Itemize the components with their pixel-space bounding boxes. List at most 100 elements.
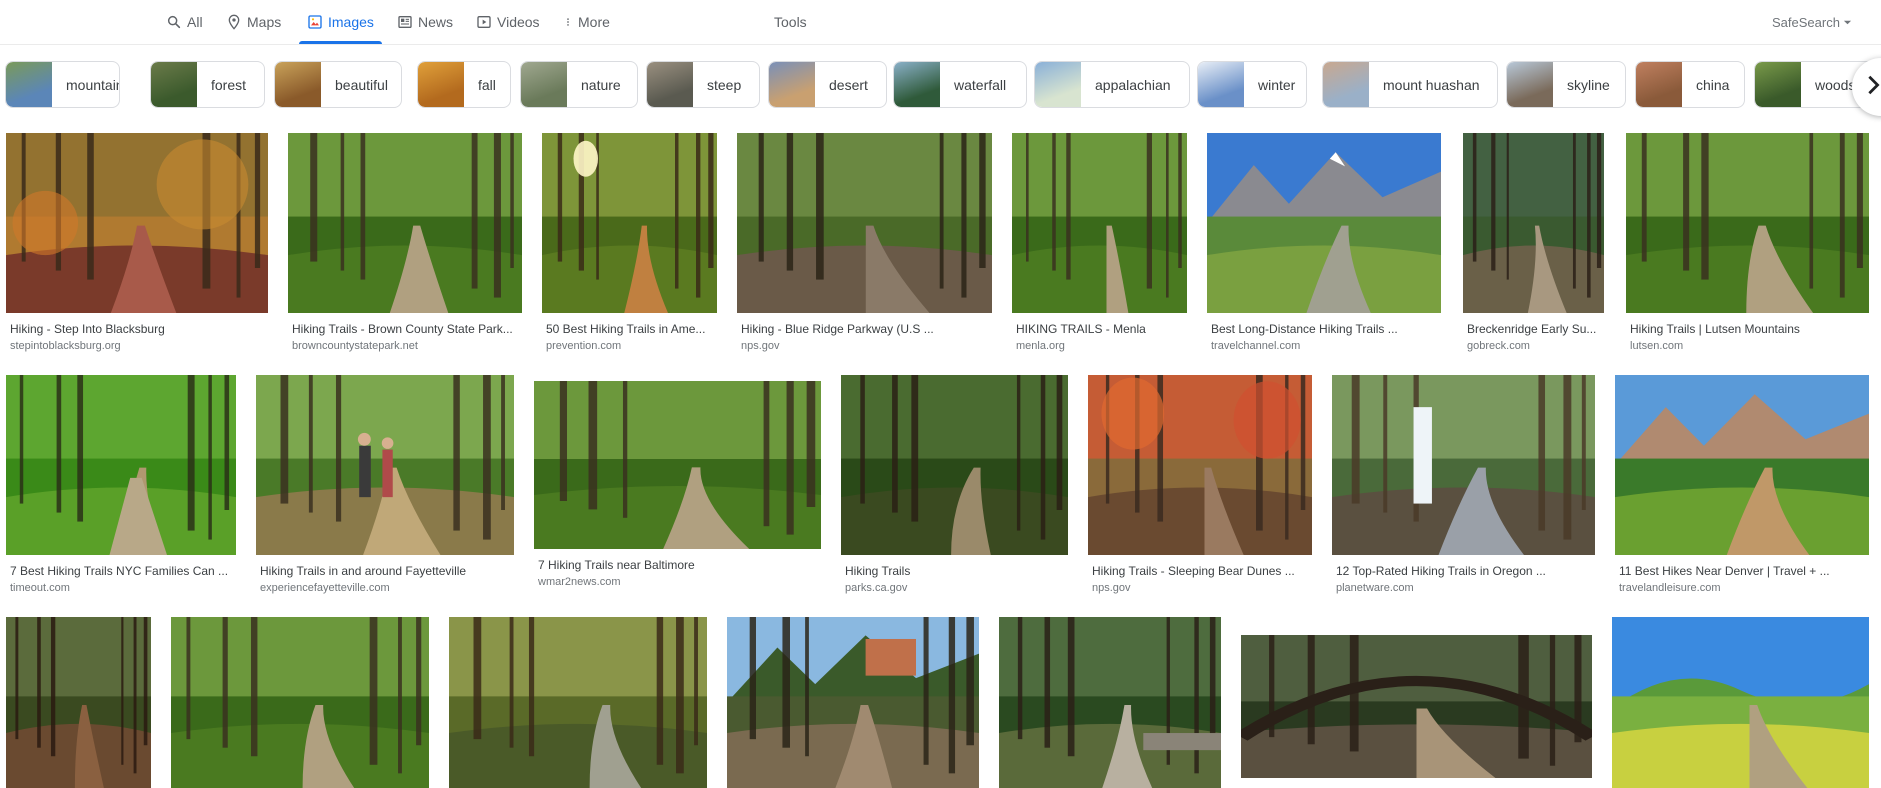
- chip-thumbnail: [1507, 62, 1553, 107]
- chip-china[interactable]: china: [1635, 61, 1745, 108]
- tab-label: News: [418, 14, 454, 30]
- result-title[interactable]: Breckenridge Early Su...: [1467, 322, 1600, 336]
- tab-more[interactable]: More: [563, 0, 610, 44]
- result-thumbnail[interactable]: [6, 617, 151, 788]
- chip-thumbnail: [521, 62, 567, 107]
- result-title[interactable]: Hiking Trails: [845, 564, 1064, 578]
- result-thumbnail[interactable]: [1332, 375, 1595, 555]
- chip-skyline[interactable]: skyline: [1506, 61, 1626, 108]
- chip-waterfall[interactable]: waterfall: [893, 61, 1027, 108]
- result-title[interactable]: Hiking - Step Into Blacksburg: [10, 322, 264, 336]
- result-source[interactable]: planetware.com: [1336, 582, 1591, 594]
- result-thumbnail[interactable]: [841, 375, 1068, 555]
- result-thumbnail[interactable]: [1088, 375, 1312, 555]
- result-title[interactable]: HIKING TRAILS - Menla: [1016, 322, 1183, 336]
- chip-mountain[interactable]: mountain: [5, 61, 120, 108]
- result-source[interactable]: experiencefayetteville.com: [260, 582, 510, 594]
- chip-label: fall: [478, 76, 496, 93]
- result-thumbnail[interactable]: [171, 617, 429, 788]
- chip-forest[interactable]: forest: [150, 61, 265, 108]
- chip-thumbnail: [769, 62, 815, 107]
- search-icon: [166, 14, 182, 30]
- chip-label: nature: [581, 76, 621, 93]
- result-thumbnail[interactable]: [737, 133, 992, 313]
- tab-news[interactable]: News: [397, 0, 453, 44]
- chip-thumbnail: [894, 62, 940, 107]
- chip-label: desert: [829, 76, 868, 93]
- result-source[interactable]: travelchannel.com: [1211, 340, 1437, 352]
- result-thumbnail[interactable]: [1612, 617, 1869, 788]
- chip-nature[interactable]: nature: [520, 61, 638, 108]
- chip-beautiful[interactable]: beautiful: [274, 61, 402, 108]
- result-title[interactable]: 50 Best Hiking Trails in Ame...: [546, 322, 713, 336]
- result-title[interactable]: Hiking Trails - Brown County State Park.…: [292, 322, 518, 336]
- result-source[interactable]: lutsen.com: [1630, 340, 1865, 352]
- tab-maps[interactable]: Maps: [226, 0, 281, 44]
- result-thumbnail[interactable]: [727, 617, 979, 788]
- result-thumbnail[interactable]: [999, 617, 1221, 788]
- tab-images[interactable]: Images: [299, 0, 382, 44]
- result-source[interactable]: gobreck.com: [1467, 340, 1600, 352]
- result-source[interactable]: parks.ca.gov: [845, 582, 1064, 594]
- tab-videos[interactable]: Videos: [476, 0, 540, 44]
- result-title[interactable]: Hiking Trails in and around Fayetteville: [260, 564, 510, 578]
- chip-thumbnail: [647, 62, 693, 107]
- result-source[interactable]: timeout.com: [10, 582, 232, 594]
- tab-all[interactable]: All: [166, 0, 203, 44]
- chip-label: steep: [707, 76, 742, 93]
- chip-mount-huashan[interactable]: mount huashan: [1322, 61, 1498, 108]
- result-source[interactable]: menla.org: [1016, 340, 1183, 352]
- result-thumbnail[interactable]: [288, 133, 522, 313]
- chip-label: mount huashan: [1383, 76, 1480, 93]
- result-title[interactable]: Hiking Trails - Sleeping Bear Dunes ...: [1092, 564, 1308, 578]
- result-thumbnail[interactable]: [1626, 133, 1869, 313]
- result-thumbnail[interactable]: [6, 375, 236, 555]
- result-thumbnail[interactable]: [1615, 375, 1869, 555]
- chip-appalachian[interactable]: appalachian: [1034, 61, 1190, 108]
- chip-label: winter: [1258, 76, 1296, 93]
- chip-winter[interactable]: winter: [1197, 61, 1307, 108]
- result-thumbnail[interactable]: [542, 133, 717, 313]
- tab-label: Images: [328, 14, 374, 30]
- chip-thumbnail: [1323, 62, 1369, 107]
- result-title[interactable]: Best Long-Distance Hiking Trails ...: [1211, 322, 1437, 336]
- result-thumbnail[interactable]: [256, 375, 514, 555]
- result-source[interactable]: nps.gov: [1092, 582, 1308, 594]
- map-pin-icon: [226, 14, 242, 30]
- result-title[interactable]: 7 Best Hiking Trails NYC Families Can ..…: [10, 564, 232, 578]
- chip-thumbnail: [1636, 62, 1682, 107]
- chip-thumbnail: [1755, 62, 1801, 107]
- chip-label: waterfall: [954, 76, 1007, 93]
- chevron-right-icon: [1862, 74, 1881, 101]
- chip-desert[interactable]: desert: [768, 61, 887, 108]
- tools-button[interactable]: Tools: [774, 0, 807, 44]
- chip-thumbnail: [1198, 62, 1244, 107]
- result-thumbnail[interactable]: [1241, 635, 1592, 778]
- result-source[interactable]: prevention.com: [546, 340, 713, 352]
- result-title[interactable]: 11 Best Hikes Near Denver | Travel + ...: [1619, 564, 1865, 578]
- result-source[interactable]: browncountystatepark.net: [292, 340, 518, 352]
- chip-steep[interactable]: steep: [646, 61, 760, 108]
- result-source[interactable]: wmar2news.com: [538, 576, 817, 588]
- result-source[interactable]: stepintoblacksburg.org: [10, 340, 264, 352]
- result-title[interactable]: Hiking Trails | Lutsen Mountains: [1630, 322, 1865, 336]
- result-source[interactable]: travelandleisure.com: [1619, 582, 1865, 594]
- tools-label: Tools: [774, 14, 807, 30]
- result-thumbnail[interactable]: [6, 133, 268, 313]
- tab-label: Maps: [247, 14, 282, 30]
- chip-thumbnail: [1035, 62, 1081, 107]
- result-title[interactable]: 12 Top-Rated Hiking Trails in Oregon ...: [1336, 564, 1591, 578]
- result-title[interactable]: 7 Hiking Trails near Baltimore: [538, 558, 817, 572]
- chip-label: skyline: [1567, 76, 1610, 93]
- result-thumbnail[interactable]: [534, 381, 821, 549]
- result-thumbnail[interactable]: [1207, 133, 1441, 313]
- newspaper-icon: [397, 14, 413, 30]
- result-thumbnail[interactable]: [449, 617, 707, 788]
- result-thumbnail[interactable]: [1463, 133, 1604, 313]
- safesearch-button[interactable]: SafeSearch: [1772, 0, 1852, 44]
- result-source[interactable]: nps.gov: [741, 340, 988, 352]
- chip-fall[interactable]: fall: [417, 61, 511, 108]
- result-title[interactable]: Hiking - Blue Ridge Parkway (U.S ...: [741, 322, 988, 336]
- result-thumbnail[interactable]: [1012, 133, 1187, 313]
- chip-thumbnail: [275, 62, 321, 107]
